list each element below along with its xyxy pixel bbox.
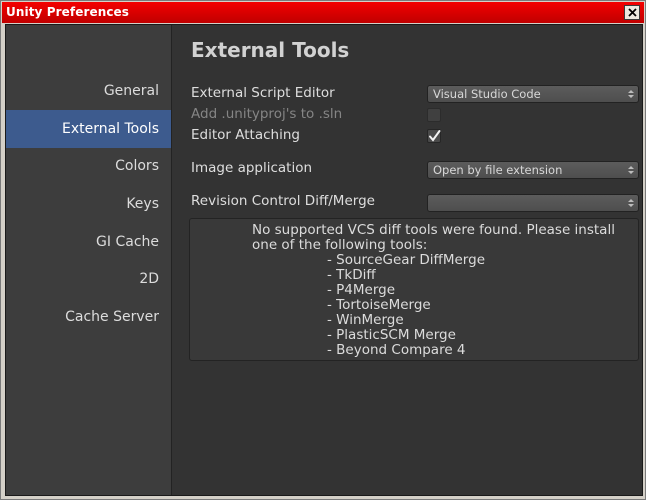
sidebar: General External Tools Colors Keys GI Ca… bbox=[6, 25, 172, 495]
revision-control-dropdown[interactable] bbox=[427, 194, 639, 212]
sidebar-item-label: Cache Server bbox=[65, 309, 159, 325]
sidebar-item-colors[interactable]: Colors bbox=[6, 147, 171, 185]
sidebar-item-keys[interactable]: Keys bbox=[6, 185, 171, 223]
sidebar-item-external-tools[interactable]: External Tools bbox=[6, 110, 171, 148]
preferences-window: Unity Preferences General External Tools… bbox=[0, 0, 646, 500]
updown-arrows-icon bbox=[628, 166, 634, 174]
revision-control-label: Revision Control Diff/Merge bbox=[191, 193, 375, 209]
help-message: No supported VCS diff tools were found. … bbox=[252, 222, 615, 253]
close-button[interactable] bbox=[624, 5, 640, 20]
updown-arrows-icon bbox=[628, 199, 634, 207]
sidebar-item-label: Keys bbox=[126, 196, 159, 212]
preferences-client-area: General External Tools Colors Keys GI Ca… bbox=[5, 24, 643, 496]
sidebar-item-cache-server[interactable]: Cache Server bbox=[6, 298, 171, 336]
add-unityproj-checkbox[interactable] bbox=[427, 108, 441, 122]
help-tool-item: - TkDiff bbox=[327, 267, 376, 283]
dropdown-value: Open by file extension bbox=[433, 163, 563, 177]
close-icon bbox=[627, 8, 637, 17]
external-script-editor-label: External Script Editor bbox=[191, 85, 335, 101]
updown-arrows-icon bbox=[628, 90, 634, 98]
help-tool-item: - Beyond Compare 4 bbox=[327, 342, 466, 358]
external-script-editor-dropdown[interactable]: Visual Studio Code bbox=[427, 85, 639, 103]
sidebar-item-label: 2D bbox=[139, 271, 159, 287]
editor-attaching-label: Editor Attaching bbox=[191, 127, 300, 143]
checkmark-icon bbox=[429, 130, 441, 142]
help-tool-item: - WinMerge bbox=[327, 312, 404, 328]
sidebar-item-label: GI Cache bbox=[96, 234, 159, 250]
sidebar-item-label: General bbox=[103, 83, 159, 99]
external-tools-panel: External Tools External Script Editor Vi… bbox=[173, 25, 643, 495]
help-tool-item: - PlasticSCM Merge bbox=[327, 327, 456, 343]
image-application-label: Image application bbox=[191, 160, 313, 176]
help-tool-item: - SourceGear DiffMerge bbox=[327, 252, 485, 268]
sidebar-item-gi-cache[interactable]: GI Cache bbox=[6, 223, 171, 261]
image-application-dropdown[interactable]: Open by file extension bbox=[427, 161, 639, 179]
editor-attaching-checkbox[interactable] bbox=[427, 129, 441, 143]
sidebar-item-label: External Tools bbox=[61, 121, 159, 137]
page-title: External Tools bbox=[191, 38, 350, 62]
title-bar[interactable]: Unity Preferences bbox=[2, 2, 644, 23]
window-title: Unity Preferences bbox=[6, 5, 130, 19]
dropdown-value: Visual Studio Code bbox=[433, 87, 541, 101]
sidebar-item-label: Colors bbox=[115, 158, 159, 174]
help-tool-item: - TortoiseMerge bbox=[327, 297, 431, 313]
sidebar-item-2d[interactable]: 2D bbox=[6, 260, 171, 298]
sidebar-item-general[interactable]: General bbox=[6, 72, 171, 110]
vcs-help-box: No supported VCS diff tools were found. … bbox=[189, 218, 639, 361]
help-tool-item: - P4Merge bbox=[327, 282, 396, 298]
add-unityproj-label: Add .unityproj's to .sln bbox=[191, 106, 343, 122]
